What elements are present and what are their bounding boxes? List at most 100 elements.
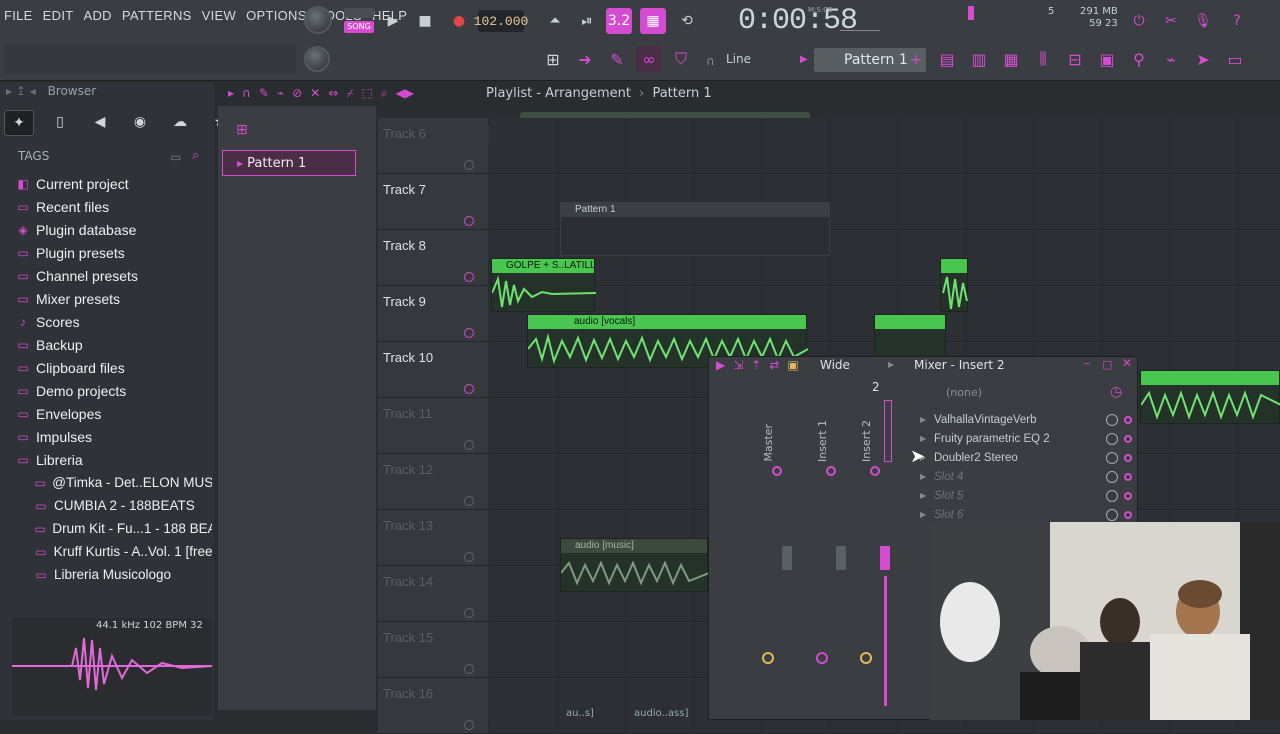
browser-subfolder[interactable]: ▭ @Timka - Det..ELON MUSIC_ xyxy=(16,471,212,494)
slip-icon[interactable]: ⇔ xyxy=(328,86,338,101)
track-header[interactable]: Track 13 xyxy=(378,510,488,566)
mute-icon[interactable]: ✕ xyxy=(310,86,320,101)
mixer-view-icon[interactable]: ▣ xyxy=(787,358,798,372)
piano-keys-icon[interactable]: ⊞ xyxy=(236,122,248,138)
slot-enable-icon[interactable] xyxy=(1124,472,1132,481)
wait-input-button[interactable]: ⏯ xyxy=(574,8,600,34)
track-mute-button[interactable] xyxy=(464,328,474,338)
all-icon[interactable]: ✦ xyxy=(4,110,34,136)
track-header[interactable]: Track 14 xyxy=(378,566,488,622)
mixer-flow-icon[interactable]: ⇄ xyxy=(769,358,779,372)
stamp-icon[interactable]: ⛉ xyxy=(668,46,694,72)
play-button[interactable]: ▶ xyxy=(380,8,406,34)
slot-expand-icon[interactable]: ▶ xyxy=(920,510,934,519)
track-mute-button[interactable] xyxy=(464,608,474,618)
menu-edit[interactable]: EDIT xyxy=(43,8,74,23)
browser-item-recent-files[interactable]: ▭ Recent files xyxy=(16,195,212,218)
add-pattern-icon[interactable]: + xyxy=(910,52,922,68)
strip-label-master[interactable]: Master xyxy=(762,424,775,462)
close-icon[interactable]: ✕ xyxy=(1122,356,1132,370)
track-mute-button[interactable] xyxy=(464,664,474,674)
browser-item-mixer-presets[interactable]: ▭ Mixer presets xyxy=(16,287,212,310)
browser-item-scores[interactable]: ♪ Scores xyxy=(16,310,212,333)
clip-audio-ass-label[interactable]: audio..ass] xyxy=(634,708,688,719)
metronome-button[interactable]: ⏶ xyxy=(542,8,568,34)
browser-item-demo-projects[interactable]: ▭ Demo projects xyxy=(16,379,212,402)
track-header[interactable]: Track 15 xyxy=(378,622,488,678)
track-mute-button[interactable] xyxy=(464,160,474,170)
track-header[interactable]: Track 10 xyxy=(378,342,488,398)
strip-label-insert-2[interactable]: Insert 2 xyxy=(860,420,873,462)
online-news-icon[interactable]: ⏻ xyxy=(1126,8,1152,34)
mixer-menu-icon[interactable]: ▶ xyxy=(716,358,725,372)
piano-roll-icon[interactable]: ⊞ xyxy=(540,46,566,72)
brush-icon[interactable]: ⌁ xyxy=(1158,46,1184,72)
slot-expand-icon[interactable]: ▶ xyxy=(920,415,934,424)
slot-mix-knob[interactable] xyxy=(1106,451,1118,464)
plugin-icon[interactable]: ⚲ xyxy=(1126,46,1152,72)
mixer-link-icon[interactable]: ⇲ xyxy=(733,358,743,372)
pan-knob-insert-2[interactable] xyxy=(870,466,880,476)
clip-golpe-2[interactable] xyxy=(940,258,968,312)
mixer-route-icon[interactable]: ⇡ xyxy=(751,358,761,372)
slot-mix-knob[interactable] xyxy=(1106,508,1118,521)
search-icon[interactable]: ⌕ xyxy=(192,148,199,163)
record-button[interactable]: ● xyxy=(446,8,472,34)
track-mute-button[interactable] xyxy=(464,496,474,506)
playback-icon[interactable]: ◀▶ xyxy=(396,86,414,101)
effect-slot[interactable]: ▶ Fruity parametric EQ 2 xyxy=(920,429,1132,448)
snap-selector[interactable]: Line xyxy=(726,52,751,66)
clip-music[interactable]: audio [music] xyxy=(560,538,709,592)
main-pitch-knob[interactable] xyxy=(304,46,330,72)
track-header[interactable]: Track 12 xyxy=(378,454,488,510)
send-knob-insert-1[interactable] xyxy=(816,652,828,664)
slot-mix-knob[interactable] xyxy=(1106,432,1118,445)
volume-fader-insert-2[interactable] xyxy=(880,546,890,570)
track-mute-button[interactable] xyxy=(464,384,474,394)
loop-record-button[interactable]: ⟲ xyxy=(674,8,700,34)
browser-subfolder[interactable]: ▭ Drum Kit - Fu...1 - 188 BEATS xyxy=(16,517,212,540)
browser-subfolder[interactable]: ▭ CUMBIA 2 - 188BEATS xyxy=(16,494,212,517)
maximize-icon[interactable]: ▢ xyxy=(1102,358,1112,371)
slot-enable-icon[interactable] xyxy=(1124,453,1132,462)
track-mute-button[interactable] xyxy=(464,552,474,562)
send-knob-master[interactable] xyxy=(762,652,774,664)
pattern-song-toggle[interactable]: SONG xyxy=(344,8,376,36)
insert-2-fader-track[interactable] xyxy=(884,400,892,462)
pan-knob-master[interactable] xyxy=(772,466,782,476)
browser-item-envelopes[interactable]: ▭ Envelopes xyxy=(16,402,212,425)
picker-pattern-1[interactable]: ▶ Pattern 1 xyxy=(222,150,356,176)
browser-item-plugin-presets[interactable]: ▭ Plugin presets xyxy=(16,241,212,264)
channel-rack-icon[interactable]: ▦ xyxy=(998,46,1024,72)
delete-icon[interactable]: ⊘ xyxy=(292,86,302,101)
folder-icon[interactable]: ▭ xyxy=(170,150,181,164)
slot-enable-icon[interactable] xyxy=(1124,491,1132,500)
browser-subfolder[interactable]: ▭ Libreria Musicologo xyxy=(16,563,212,586)
slot-expand-icon[interactable]: ▶ xyxy=(920,472,934,481)
send-knob-insert-2[interactable] xyxy=(860,652,872,664)
playlist-icon[interactable]: ▤ xyxy=(934,46,960,72)
minimize-icon[interactable]: – xyxy=(1084,356,1090,370)
blend-notes-button[interactable]: ▦ xyxy=(640,8,666,34)
mixer-icon[interactable]: ⫼ xyxy=(1030,46,1056,72)
menu-add[interactable]: ADD xyxy=(83,8,111,23)
stop-button[interactable]: ■ xyxy=(412,8,438,34)
help-icon[interactable]: ? xyxy=(1224,8,1250,34)
link-icon[interactable]: ∞ xyxy=(636,46,662,72)
clip-golpe[interactable]: GOLPE + S..LATILLO xyxy=(491,258,596,312)
track-mute-button[interactable] xyxy=(464,272,474,282)
slot-enable-icon[interactable] xyxy=(1124,415,1132,424)
track-header[interactable]: Track 9 xyxy=(378,286,488,342)
files-icon[interactable]: ▣ xyxy=(1094,46,1120,72)
step-edit-button[interactable]: 3.2 xyxy=(606,8,632,34)
tempo-display[interactable]: 102.000 xyxy=(474,10,528,32)
effect-slot[interactable]: ▶ Slot 4 xyxy=(920,467,1132,486)
browser-subfolder[interactable]: ▭ Kruff Kurtis - A..Vol. 1 [free] xyxy=(16,540,212,563)
slot-mix-knob[interactable] xyxy=(1106,413,1118,426)
menu-file[interactable]: FILE xyxy=(4,8,33,23)
speaker-icon[interactable]: ◀ xyxy=(86,110,114,134)
slot-enable-icon[interactable] xyxy=(1124,510,1132,519)
clip-au-label[interactable]: au..s] xyxy=(566,708,594,719)
mixer-view-mode[interactable]: Wide xyxy=(820,358,850,372)
browser-item-current-project[interactable]: ◧ Current project xyxy=(16,172,212,195)
